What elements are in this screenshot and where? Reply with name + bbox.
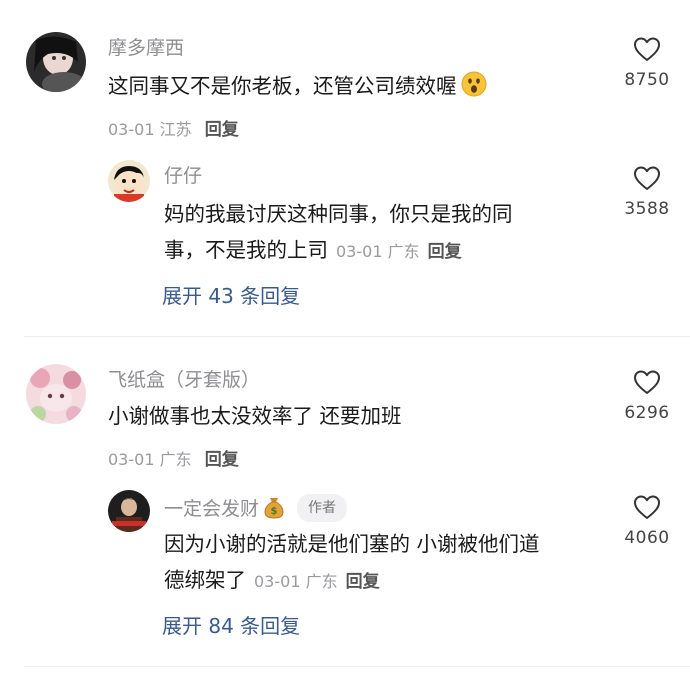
reply-meta: 03-01 广东 回复 bbox=[254, 572, 380, 592]
reply-text-line1: 妈的我最讨厌这种同事，你只是我的同 bbox=[164, 202, 513, 226]
expand-replies-link[interactable]: 展开 43 条回复 bbox=[162, 283, 300, 309]
reply-text: 妈的我最讨厌这种同事，你只是我的同 事，不是我的上司 03-01 广东 回复 bbox=[164, 196, 513, 270]
heart-outline-icon bbox=[633, 37, 661, 66]
heart-outline-icon bbox=[633, 495, 661, 524]
reply-date: 03-01 bbox=[254, 572, 301, 591]
like-button[interactable]: 8750 bbox=[617, 36, 677, 90]
comment-text: 小谢做事也太没效率了 还要加班 bbox=[108, 404, 402, 428]
reply-text-line2: 德绑架了 bbox=[164, 568, 246, 592]
reply-username[interactable]: 仔仔 bbox=[164, 164, 202, 188]
heart-outline-icon bbox=[633, 370, 661, 399]
reply-button[interactable]: 回复 bbox=[346, 572, 380, 592]
divider bbox=[24, 336, 690, 337]
reply-username[interactable]: 一定会发财 bbox=[164, 498, 259, 520]
reply-avatar[interactable] bbox=[108, 160, 150, 202]
comment-location: 江苏 bbox=[159, 120, 192, 139]
like-button[interactable]: 6296 bbox=[617, 369, 677, 423]
reply-button[interactable]: 回复 bbox=[205, 450, 239, 470]
reply-text-line2: 事，不是我的上司 bbox=[164, 238, 328, 262]
comment-meta: 03-01 广东 回复 bbox=[108, 445, 239, 470]
divider bbox=[24, 666, 690, 667]
username[interactable]: 飞纸盒（牙套版） bbox=[108, 368, 260, 392]
author-badge: 作者 bbox=[297, 494, 348, 522]
username[interactable]: 摩多摩西 bbox=[108, 36, 184, 60]
reply-text-line1: 因为小谢的活就是他们塞的 小谢被他们道 bbox=[164, 532, 540, 556]
expand-replies-link[interactable]: 展开 84 条回复 bbox=[162, 613, 300, 639]
like-count: 6296 bbox=[624, 403, 670, 423]
comment-location: 广东 bbox=[159, 450, 192, 469]
heart-outline-icon bbox=[633, 166, 661, 195]
reply-text-line2-row: 德绑架了 03-01 广东 回复 bbox=[164, 562, 540, 600]
reply-text: 因为小谢的活就是他们塞的 小谢被他们道 德绑架了 03-01 广东 回复 bbox=[164, 526, 540, 600]
comment-text: 这同事又不是你老板，还管公司绩效喔 bbox=[108, 68, 487, 108]
avatar[interactable] bbox=[26, 32, 86, 92]
reply-button[interactable]: 回复 bbox=[205, 120, 239, 140]
reply-date: 03-01 bbox=[336, 242, 383, 261]
like-count: 3588 bbox=[624, 199, 670, 219]
like-count: 8750 bbox=[624, 70, 670, 90]
comment-text-body: 这同事又不是你老板，还管公司绩效喔 bbox=[108, 74, 457, 98]
svg-text:$: $ bbox=[271, 506, 278, 517]
reply-text-line2-row: 事，不是我的上司 03-01 广东 回复 bbox=[164, 232, 513, 270]
avatar[interactable] bbox=[26, 364, 86, 424]
money-bag-emoji: $ bbox=[263, 495, 285, 525]
reply-location: 广东 bbox=[387, 242, 420, 261]
reply-avatar[interactable] bbox=[108, 490, 150, 532]
like-button[interactable]: 3588 bbox=[617, 165, 677, 219]
comment-date: 03-01 bbox=[108, 120, 155, 139]
like-count: 4060 bbox=[624, 528, 670, 548]
comment-date: 03-01 bbox=[108, 450, 155, 469]
reply-meta: 03-01 广东 回复 bbox=[336, 242, 462, 262]
reply-location: 广东 bbox=[305, 572, 338, 591]
like-button[interactable]: 4060 bbox=[617, 494, 677, 548]
surprised-face-emoji bbox=[461, 71, 487, 108]
comment-meta: 03-01 江苏 回复 bbox=[108, 115, 239, 140]
reply-button[interactable]: 回复 bbox=[428, 242, 462, 262]
reply-username-row: 一定会发财 $ 作者 bbox=[164, 494, 348, 525]
